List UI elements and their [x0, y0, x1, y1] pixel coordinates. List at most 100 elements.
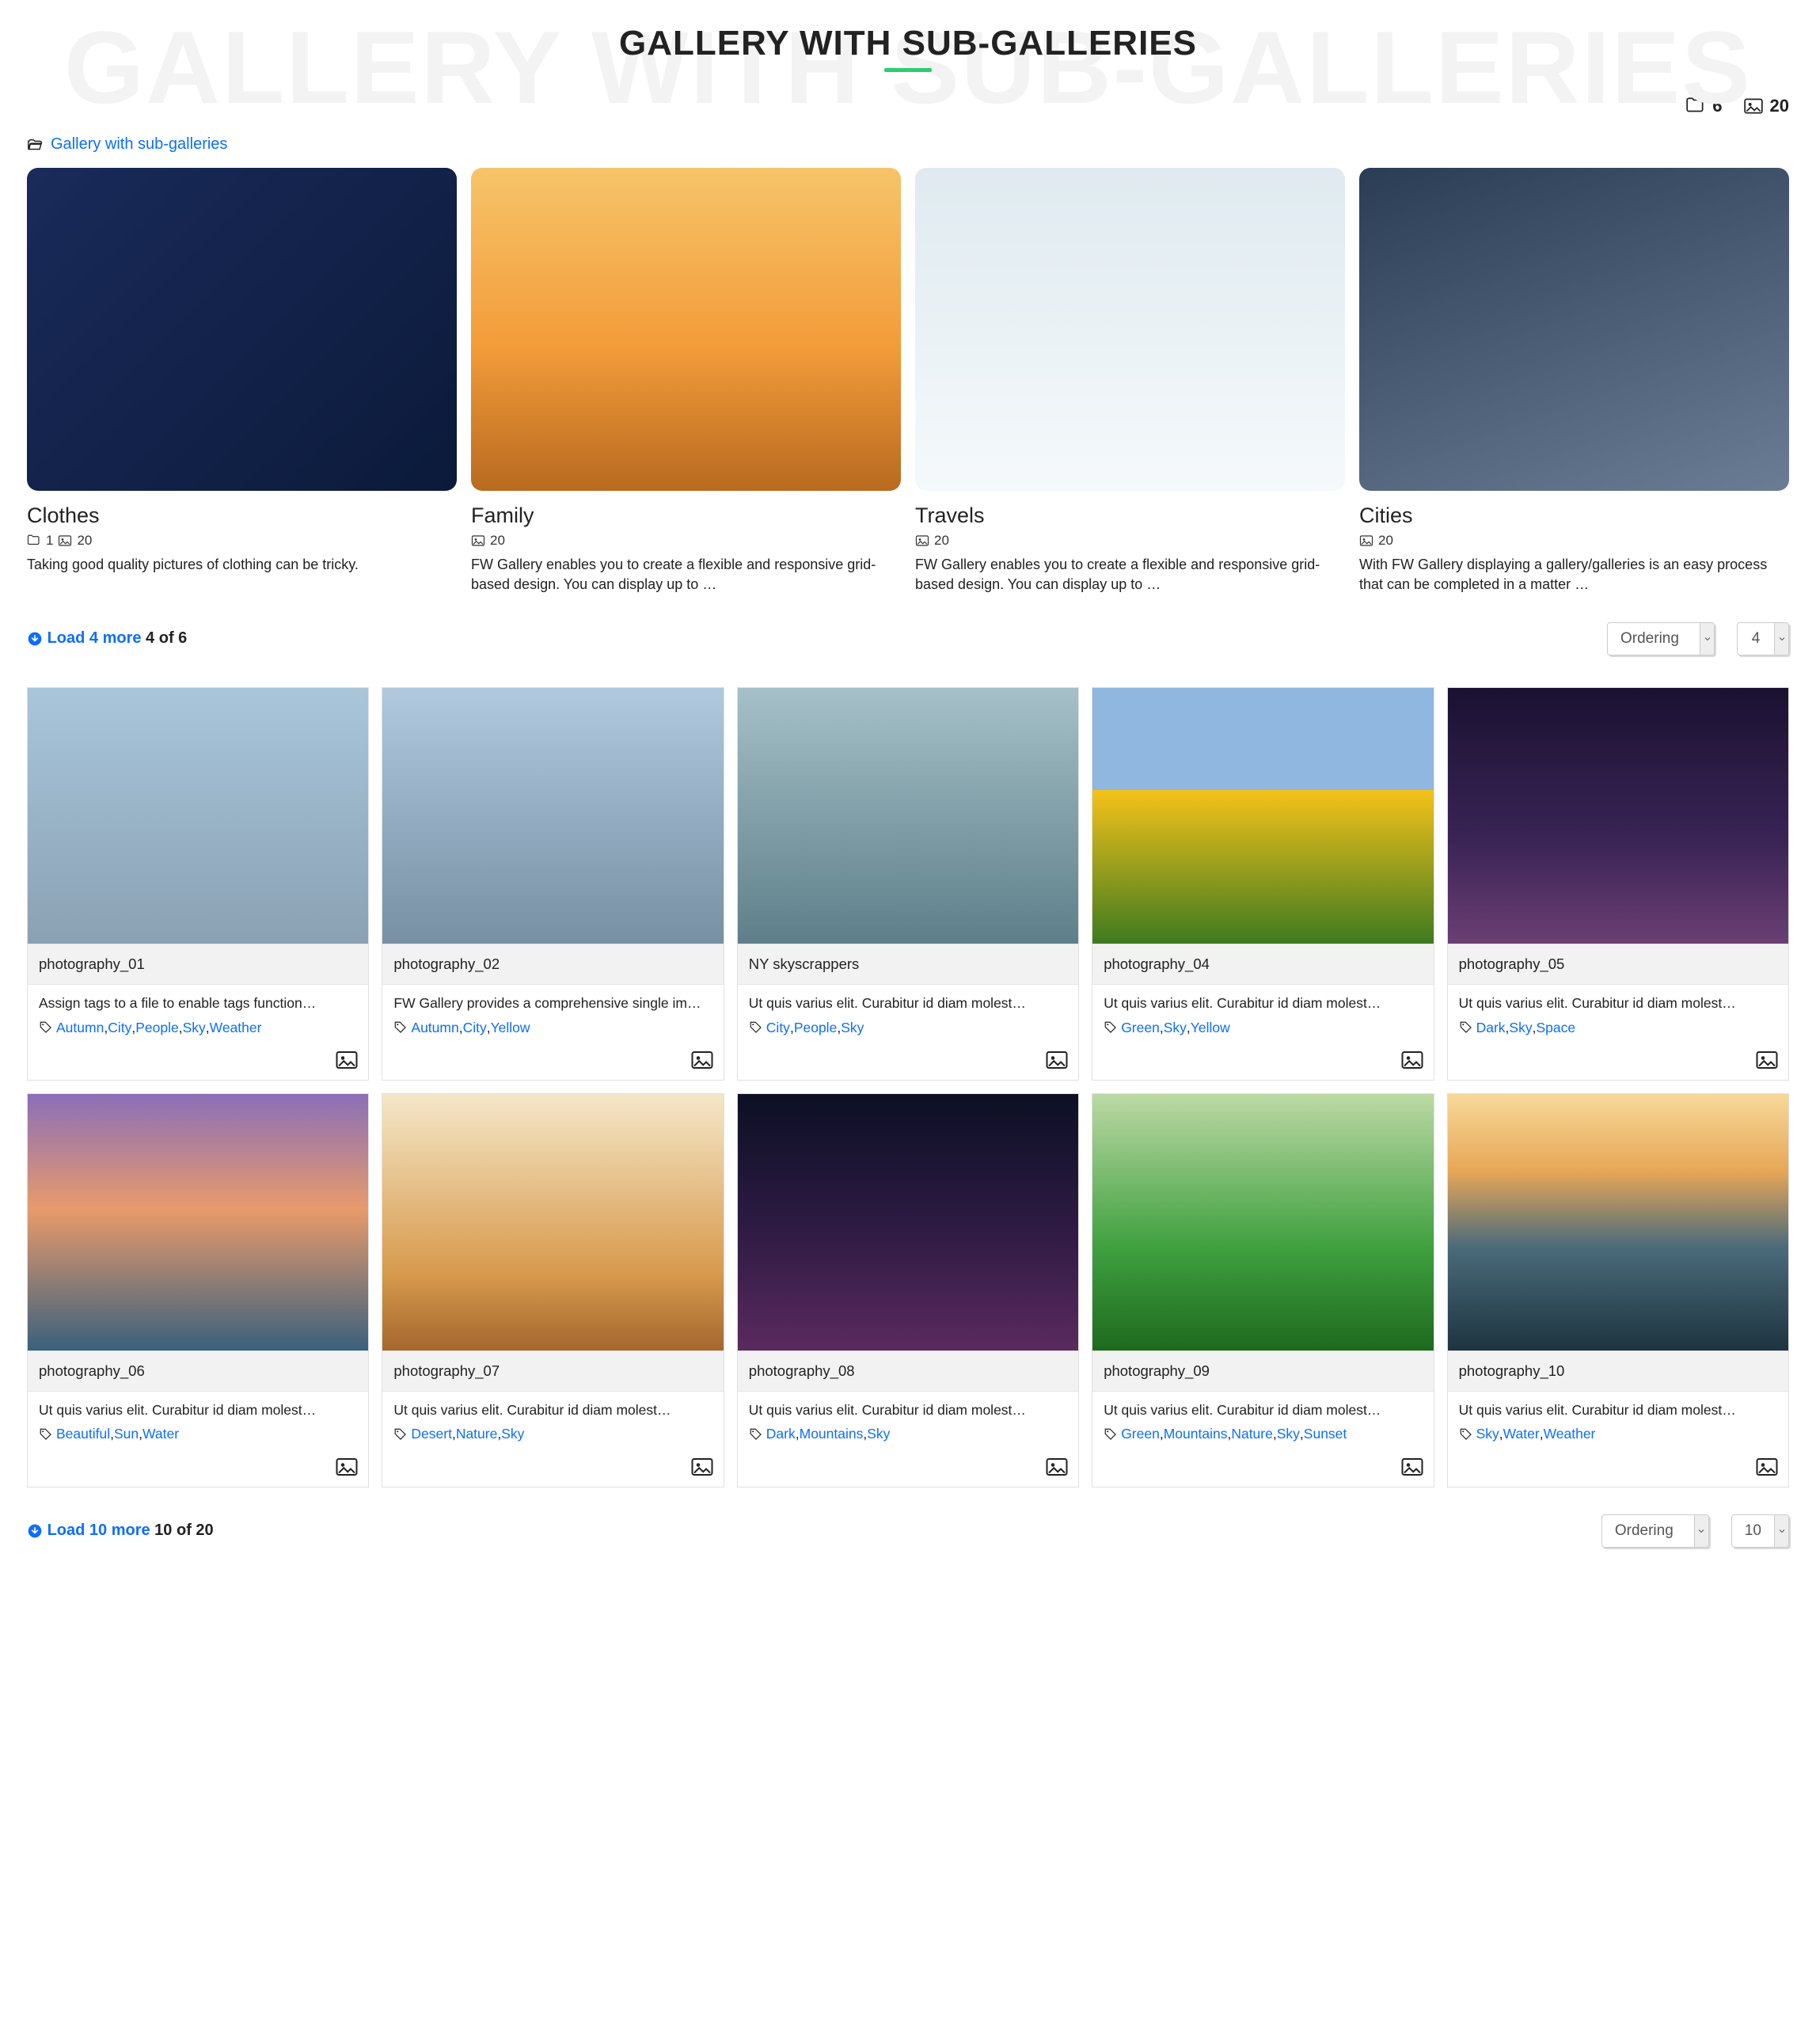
tag-link[interactable]: Sky — [867, 1426, 890, 1442]
tag-link[interactable]: City — [108, 1020, 131, 1036]
image-body: Ut quis varius elit. Curabitur id diam m… — [738, 1392, 1078, 1487]
subgallery-meta: 20 — [471, 533, 901, 549]
subgallery-desc: Taking good quality pictures of clothing… — [27, 555, 457, 575]
image-card[interactable]: photography_06Ut quis varius elit. Curab… — [27, 1093, 369, 1487]
tag-link[interactable]: Sunset — [1304, 1426, 1347, 1442]
tag-link[interactable]: Dark — [1476, 1020, 1506, 1036]
tag-link[interactable]: Nature — [456, 1426, 498, 1442]
image-thumb[interactable] — [1448, 688, 1788, 944]
image-type-icon — [1400, 1455, 1424, 1479]
image-tags: Autumn, City, Yellow — [393, 1020, 712, 1036]
breadcrumb-link[interactable]: Gallery with sub-galleries — [51, 135, 227, 154]
image-desc: Ut quis varius elit. Curabitur id diam m… — [749, 994, 1067, 1013]
tag-link[interactable]: Dark — [766, 1426, 796, 1442]
image-card[interactable]: photography_09Ut quis varius elit. Curab… — [1092, 1093, 1434, 1487]
image-type-icon — [690, 1048, 714, 1072]
image-ordering-select[interactable]: Ordering — [1601, 1514, 1709, 1548]
tag-icon — [749, 1020, 763, 1035]
image-thumb[interactable] — [28, 688, 368, 944]
image-title: NY skyscrappers — [738, 944, 1078, 985]
subgallery-thumb[interactable] — [915, 168, 1345, 491]
tag-link[interactable]: City — [766, 1020, 790, 1036]
image-tags: Dark, Sky, Space — [1459, 1020, 1777, 1036]
image-card[interactable]: photography_01Assign tags to a file to e… — [27, 687, 369, 1081]
image-card[interactable]: photography_05Ut quis varius elit. Curab… — [1447, 687, 1789, 1081]
tag-link[interactable]: Sky — [1164, 1020, 1187, 1036]
tag-link[interactable]: Sky — [1509, 1020, 1532, 1036]
image-desc: Ut quis varius elit. Curabitur id diam m… — [1459, 1401, 1777, 1420]
subgallery-card[interactable]: Clothes120Taking good quality pictures o… — [27, 168, 457, 595]
image-thumb[interactable] — [1448, 1094, 1788, 1351]
subgallery-thumb[interactable] — [27, 168, 457, 491]
image-thumb[interactable] — [738, 1094, 1078, 1351]
tag-link[interactable]: Sky — [501, 1426, 524, 1442]
tag-link[interactable]: Autumn — [56, 1020, 104, 1036]
tag-link[interactable]: Sky — [841, 1020, 864, 1036]
tag-link[interactable]: City — [463, 1020, 487, 1036]
image-card[interactable]: photography_04Ut quis varius elit. Curab… — [1092, 687, 1434, 1081]
load-more-icon — [27, 631, 43, 647]
image-desc: Ut quis varius elit. Curabitur id diam m… — [1104, 1401, 1422, 1420]
image-thumb[interactable] — [738, 688, 1078, 944]
subgallery-desc: With FW Gallery displaying a gallery/gal… — [1359, 555, 1789, 595]
subgallery-ordering-select[interactable]: Ordering — [1607, 622, 1715, 655]
subgallery-controls: Load 4 more 4 of 6 Ordering 4 — [27, 622, 1789, 655]
subgallery-load-link[interactable]: Load 4 more — [47, 629, 142, 647]
image-body: Ut quis varius elit. Curabitur id diam m… — [1092, 985, 1433, 1080]
image-tags: Dark, Mountains, Sky — [749, 1426, 1067, 1442]
tag-link[interactable]: Water — [1503, 1426, 1540, 1442]
tag-link[interactable]: Space — [1536, 1020, 1575, 1036]
tag-link[interactable]: Beautiful — [56, 1426, 110, 1442]
subgallery-card[interactable]: Cities20With FW Gallery displaying a gal… — [1359, 168, 1789, 595]
tag-link[interactable]: People — [794, 1020, 838, 1036]
image-card[interactable]: NY skyscrappers Ut quis varius elit. Cura… — [737, 687, 1079, 1081]
subgallery-grid: Clothes120Taking good quality pictures o… — [27, 168, 1789, 595]
breadcrumb: Gallery with sub-galleries — [27, 135, 1789, 154]
image-thumb[interactable] — [1092, 1094, 1433, 1351]
image-load-link[interactable]: Load 10 more — [47, 1522, 150, 1539]
image-type-icon — [1045, 1455, 1069, 1479]
subgallery-perpage-select[interactable]: 4 — [1737, 622, 1789, 655]
tag-link[interactable]: Weather — [1544, 1426, 1596, 1442]
tag-link[interactable]: Sky — [183, 1020, 206, 1036]
tag-link[interactable]: Mountains — [1164, 1426, 1228, 1442]
tag-link[interactable]: Green — [1121, 1426, 1160, 1442]
image-type-icon — [335, 1455, 359, 1479]
image-icon — [58, 534, 72, 548]
image-perpage-select[interactable]: 10 — [1731, 1514, 1789, 1548]
tag-link[interactable]: Green — [1121, 1020, 1160, 1036]
tag-link[interactable]: Yellow — [1191, 1020, 1230, 1036]
tag-link[interactable]: Sky — [1476, 1426, 1499, 1442]
image-card[interactable]: photography_10Ut quis varius elit. Curab… — [1447, 1093, 1789, 1487]
tag-link[interactable]: Sky — [1277, 1426, 1300, 1442]
image-thumb[interactable] — [382, 1094, 723, 1351]
image-load-more: Load 10 more 10 of 20 — [27, 1522, 214, 1540]
image-card[interactable]: photography_07Ut quis varius elit. Curab… — [382, 1093, 724, 1487]
tag-icon — [1104, 1020, 1118, 1035]
image-thumb[interactable] — [382, 688, 723, 944]
subgallery-card[interactable]: Family20FW Gallery enables you to create… — [471, 168, 901, 595]
image-card[interactable]: photography_02FW Gallery provides a comp… — [382, 687, 724, 1081]
image-type-icon — [335, 1048, 359, 1072]
subgallery-thumb[interactable] — [471, 168, 901, 491]
subgallery-image-count: 20 — [490, 533, 505, 549]
image-icon — [915, 534, 929, 548]
subgallery-card[interactable]: Travels20FW Gallery enables you to creat… — [915, 168, 1345, 595]
tag-link[interactable]: Sun — [114, 1426, 139, 1442]
image-thumb[interactable] — [1092, 688, 1433, 944]
tag-link[interactable]: Weather — [210, 1020, 262, 1036]
image-thumb[interactable] — [28, 1094, 368, 1351]
image-card[interactable]: photography_08Ut quis varius elit. Curab… — [737, 1093, 1079, 1487]
tag-link[interactable]: Water — [142, 1426, 179, 1442]
tag-link[interactable]: Mountains — [800, 1426, 864, 1442]
image-icon — [1359, 534, 1373, 548]
subgallery-thumb[interactable] — [1359, 168, 1789, 491]
image-icon — [471, 534, 485, 548]
image-tags: Beautiful, Sun, Water — [39, 1426, 357, 1442]
subgallery-image-count: 20 — [77, 533, 92, 549]
tag-link[interactable]: Yellow — [491, 1020, 530, 1036]
tag-link[interactable]: Nature — [1231, 1426, 1273, 1442]
tag-link[interactable]: Autumn — [411, 1020, 458, 1036]
tag-link[interactable]: People — [135, 1020, 179, 1036]
tag-link[interactable]: Desert — [411, 1426, 452, 1442]
